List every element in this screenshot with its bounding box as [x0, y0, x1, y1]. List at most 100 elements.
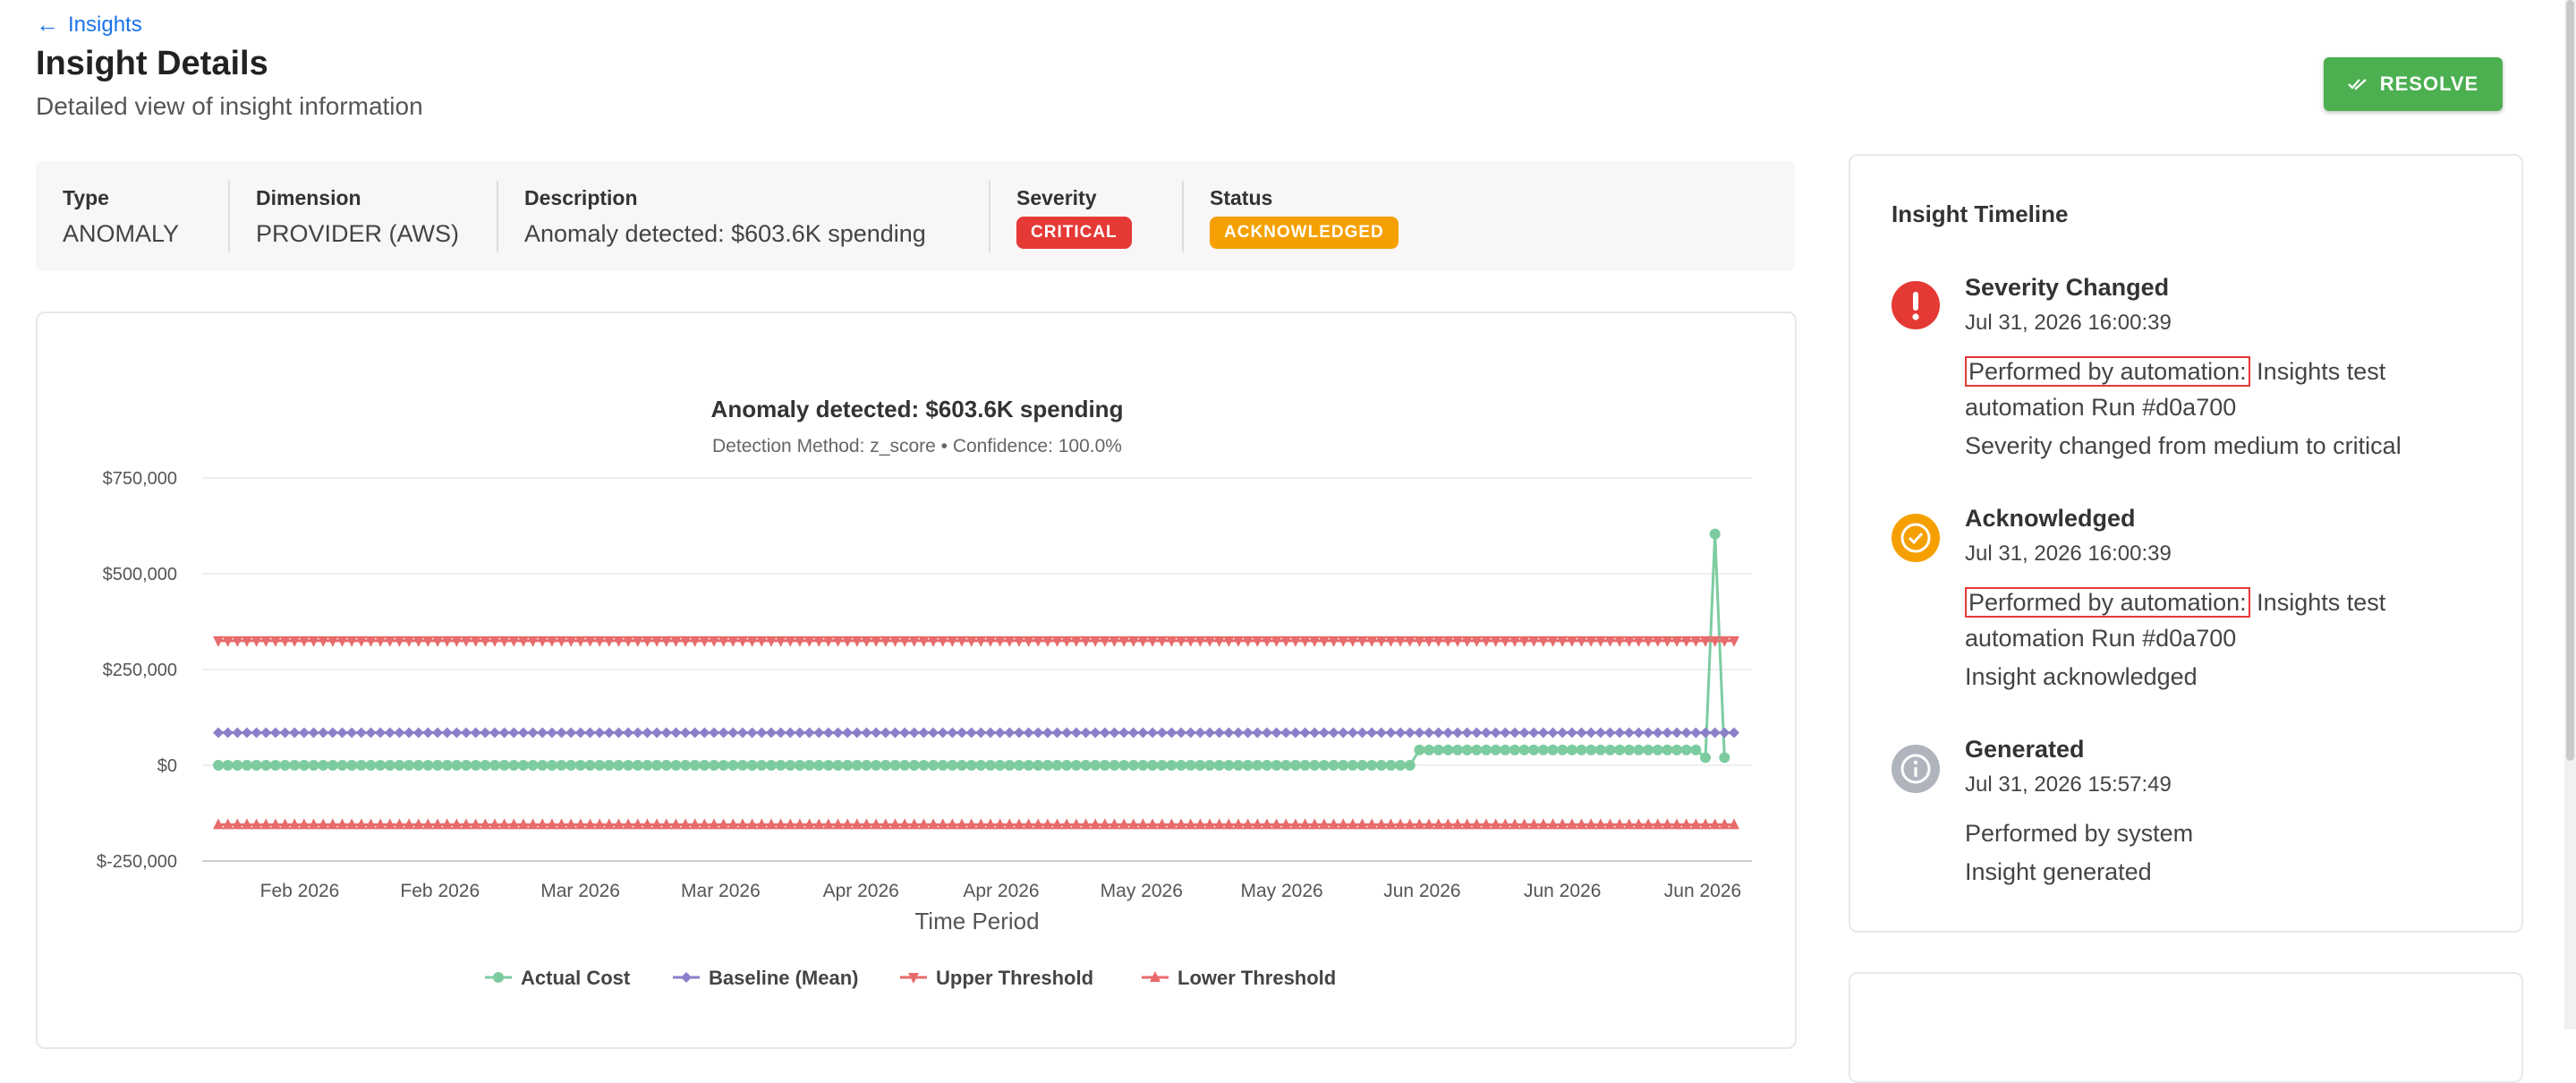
- data-point: [251, 727, 262, 738]
- timeline-event-name: Acknowledged: [1965, 505, 2136, 532]
- x-tick-label: Jun 2026: [1524, 881, 1601, 901]
- data-point: [1013, 727, 1024, 738]
- x-tick-label: May 2026: [1240, 881, 1322, 901]
- data-point: [1289, 727, 1301, 738]
- data-point: [480, 760, 491, 771]
- data-point: [1652, 744, 1663, 755]
- data-point: [899, 760, 911, 771]
- page-scrollbar[interactable]: [2564, 0, 2576, 1029]
- x-tick-label: Mar 2026: [540, 881, 620, 901]
- data-point: [689, 760, 701, 771]
- data-point: [1623, 727, 1635, 738]
- data-point: [680, 727, 692, 738]
- series-lower-threshold: [213, 818, 1739, 830]
- data-point: [1347, 760, 1358, 771]
- divider: [228, 181, 230, 252]
- data-point: [1480, 727, 1492, 738]
- data-point: [1318, 727, 1330, 738]
- data-point: [355, 760, 367, 771]
- y-tick-label: $250,000: [103, 661, 177, 680]
- data-point: [975, 727, 987, 738]
- data-point: [517, 727, 529, 738]
- data-point: [1719, 727, 1730, 738]
- data-point: [279, 760, 291, 771]
- data-point: [746, 760, 758, 771]
- data-point: [1690, 744, 1702, 755]
- data-point: [956, 727, 968, 738]
- legend-item[interactable]: Lower Threshold: [1142, 967, 1336, 989]
- data-point: [756, 760, 768, 771]
- data-point: [1385, 727, 1397, 738]
- data-point: [746, 727, 758, 738]
- data-point: [718, 760, 729, 771]
- data-point: [1338, 760, 1349, 771]
- data-point: [785, 760, 796, 771]
- scrollbar-thumb[interactable]: [2566, 0, 2574, 761]
- data-point: [1566, 744, 1577, 755]
- data-point: [1433, 727, 1444, 738]
- data-point: [470, 760, 481, 771]
- data-point: [480, 727, 491, 738]
- x-tick-label: May 2026: [1101, 881, 1183, 901]
- data-point: [404, 760, 415, 771]
- chart-grid: [202, 477, 1752, 862]
- data-point: [1586, 727, 1597, 738]
- divider: [497, 181, 498, 252]
- data-point: [251, 760, 262, 771]
- legend-label: Baseline (Mean): [709, 967, 859, 989]
- data-point: [1471, 744, 1483, 755]
- data-point: [889, 760, 901, 771]
- data-point: [1604, 744, 1616, 755]
- data-point: [422, 760, 434, 771]
- legend-item[interactable]: Baseline (Mean): [673, 967, 859, 989]
- data-point: [1099, 727, 1110, 738]
- data-point: [1366, 760, 1378, 771]
- data-point: [298, 760, 310, 771]
- resolve-button[interactable]: RESOLVE: [2324, 57, 2503, 111]
- data-point: [1261, 760, 1272, 771]
- data-point: [861, 760, 872, 771]
- data-point: [1261, 727, 1272, 738]
- data-point: [422, 727, 434, 738]
- data-point: [651, 760, 663, 771]
- data-point: [1204, 727, 1216, 738]
- data-point: [1166, 727, 1177, 738]
- data-point: [1127, 760, 1139, 771]
- data-point: [1424, 727, 1435, 738]
- data-point: [498, 760, 510, 771]
- data-point: [822, 727, 834, 738]
- data-point: [546, 727, 557, 738]
- data-point: [432, 760, 444, 771]
- legend-label: Actual Cost: [521, 967, 631, 989]
- legend-item[interactable]: Upper Threshold: [900, 967, 1093, 989]
- data-point: [994, 727, 1006, 738]
- data-point: [1414, 727, 1425, 738]
- data-point: [1614, 727, 1626, 738]
- back-to-insights-link[interactable]: ← Insights: [36, 11, 142, 38]
- divider: [989, 181, 990, 252]
- secondary-card: [1849, 972, 2523, 1083]
- data-point: [965, 760, 977, 771]
- data-point: [1070, 727, 1082, 738]
- data-point: [1547, 744, 1559, 755]
- data-point: [394, 727, 405, 738]
- data-point: [642, 760, 653, 771]
- data-point: [346, 760, 358, 771]
- data-point: [1041, 727, 1053, 738]
- data-point: [1452, 727, 1464, 738]
- data-point: [1185, 760, 1196, 771]
- data-point: [384, 760, 395, 771]
- data-point: [441, 727, 453, 738]
- data-point: [1271, 760, 1282, 771]
- data-point: [794, 760, 805, 771]
- data-point: [842, 727, 854, 738]
- data-point: [1109, 727, 1120, 738]
- data-point: [756, 727, 768, 738]
- legend-item[interactable]: Actual Cost: [485, 967, 631, 989]
- data-point: [965, 727, 977, 738]
- data-point: [880, 727, 891, 738]
- data-point: [1213, 727, 1225, 738]
- data-point: [1395, 760, 1407, 771]
- data-point: [1442, 727, 1454, 738]
- divider: [1182, 181, 1184, 252]
